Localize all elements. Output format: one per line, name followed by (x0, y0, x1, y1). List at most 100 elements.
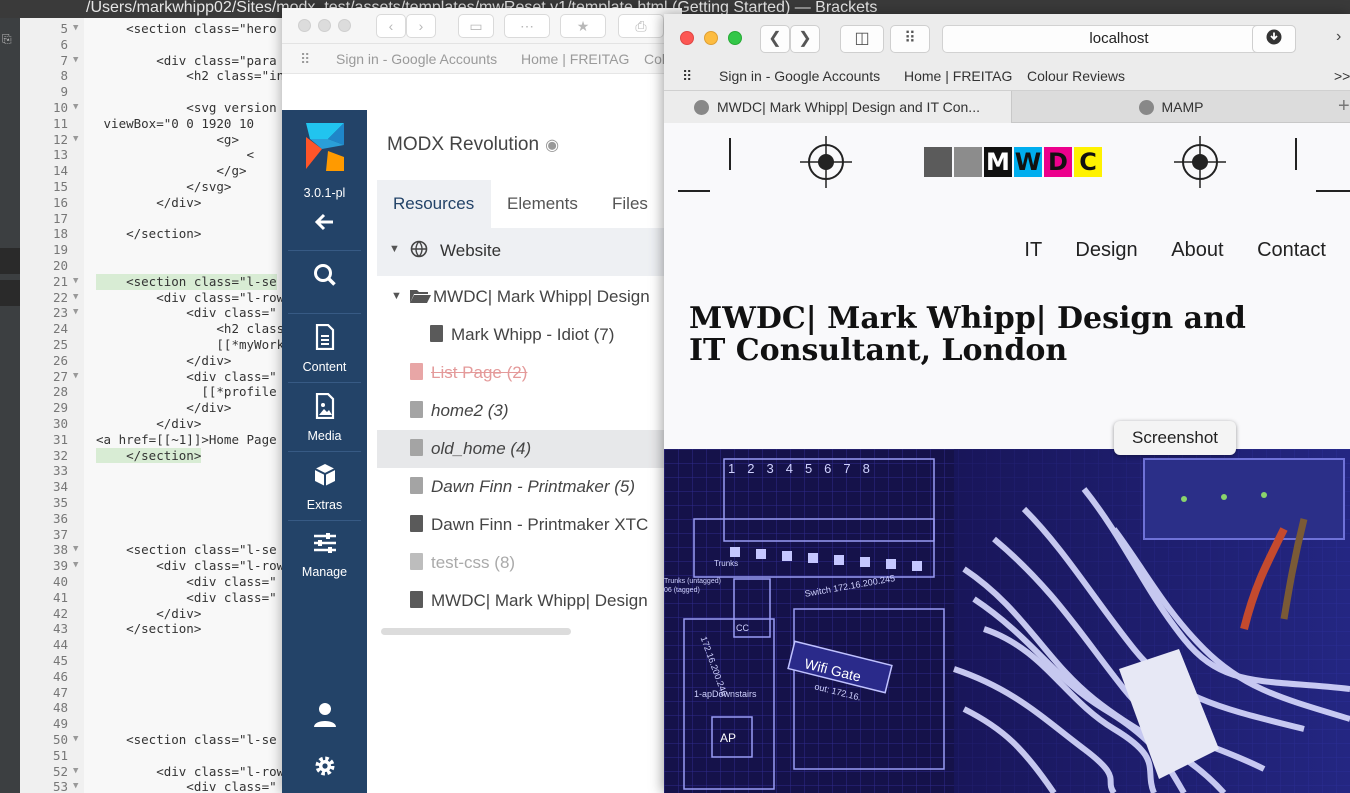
bookmark-link[interactable]: Col (644, 51, 665, 67)
logo-block (924, 147, 952, 177)
fold-toggle-icon[interactable]: ▼ (73, 369, 78, 385)
sidebar-content-button[interactable]: Content (288, 316, 361, 384)
bookmarks-grid-icon[interactable]: ⠿ (300, 51, 310, 68)
nav-link-about[interactable]: About (1171, 239, 1223, 261)
forward-button[interactable]: › (406, 14, 436, 38)
fold-toggle-icon[interactable]: ▼ (73, 53, 78, 69)
sidebar-manage-button[interactable]: Manage (288, 523, 361, 591)
site-navigation: IT Design About Contact (996, 239, 1326, 262)
tree-root-website[interactable]: ▼ Website (377, 228, 682, 276)
desktop: /Users/markwhipp02/Sites/modx_test/asset… (0, 0, 1350, 793)
line-number: 5 (60, 21, 68, 36)
forward-button[interactable]: ❯ (790, 25, 820, 53)
tree-item[interactable]: Mark Whipp - Idiot (7) (377, 316, 682, 354)
address-bar[interactable]: localhost ↻ (942, 25, 1296, 53)
tab-mamp[interactable]: MAMP (1012, 91, 1330, 123)
back-button[interactable]: ‹ (376, 14, 406, 38)
file-tree-icon[interactable]: ⎘ (2, 32, 12, 47)
bookmark-link[interactable]: Home | FREITAG (521, 51, 629, 67)
site-tab-bar: MWDC| Mark Whipp| Design and IT Con... M… (664, 90, 1350, 123)
bookmark-link[interactable]: Home | FREITAG (904, 68, 1012, 84)
fold-toggle-icon[interactable]: ▼ (73, 100, 78, 116)
minimize-button[interactable] (704, 31, 718, 45)
tab-resources[interactable]: Resources (377, 180, 491, 228)
tab-files[interactable]: Files (596, 180, 664, 228)
new-tab-icon[interactable]: + (1338, 95, 1350, 118)
more-toolbar-icon[interactable]: › (1336, 28, 1341, 46)
sidebar-divider (288, 520, 361, 521)
line-number: 18 (52, 226, 68, 242)
bookmark-link[interactable]: Colour Reviews (1027, 68, 1125, 84)
code-text: <div class="l-row (96, 763, 285, 779)
tree-item[interactable]: test-css (8) (377, 544, 682, 582)
fold-toggle-icon[interactable]: ▼ (73, 132, 78, 148)
grid-icon: ⠿ (904, 30, 916, 47)
bookmark-link[interactable]: Sign in - Google Accounts (336, 51, 497, 67)
nav-link-design[interactable]: Design (1075, 239, 1137, 261)
line-number: 39 (52, 558, 68, 574)
line-number: 27 (52, 368, 68, 384)
fold-toggle-icon[interactable]: ▼ (73, 779, 78, 793)
bookmarks-grid-icon[interactable]: ⠿ (682, 68, 692, 85)
fold-toggle-icon[interactable]: ▼ (73, 274, 78, 290)
code-text: </div> (96, 416, 202, 431)
user-profile-button[interactable] (288, 694, 361, 740)
tree-item[interactable]: Dawn Finn - Printmaker XTC (377, 506, 682, 544)
eye-icon[interactable]: ◉ (545, 137, 559, 154)
modx-tab-bar: Resources Elements Files (377, 180, 682, 228)
close-dot[interactable] (298, 19, 311, 32)
logo-block (954, 147, 982, 177)
caret-down-icon[interactable]: ▼ (391, 290, 402, 302)
fold-toggle-icon[interactable]: ▼ (73, 290, 78, 306)
line-number: 49 (52, 716, 68, 732)
tree-item[interactable]: home2 (3) (377, 392, 682, 430)
back-button[interactable]: ❮ (760, 25, 790, 53)
fold-toggle-icon[interactable]: ▼ (73, 558, 78, 574)
tree-scrollbar[interactable] (381, 628, 571, 635)
arrow-left-icon (288, 210, 361, 242)
manage-icon (288, 531, 361, 563)
fold-toggle-icon[interactable]: ▼ (73, 542, 78, 558)
website-page: M W D C IT Design About Contact MWDC| Ma… (664, 123, 1350, 793)
fold-toggle-icon[interactable]: ▼ (73, 305, 78, 321)
zoom-dot[interactable] (338, 19, 351, 32)
more-bookmarks-icon[interactable]: >> (1334, 68, 1350, 84)
tree-item[interactable]: Dawn Finn - Printmaker (5) (377, 468, 682, 506)
document-icon (410, 515, 423, 532)
sidebar-toggle-button[interactable]: ◫ (840, 25, 884, 53)
tree-item-selected[interactable]: old_home (4) (377, 430, 682, 468)
favorites-button[interactable]: ★ (560, 14, 606, 38)
line-number: 53 (52, 779, 68, 793)
tree-item-deleted[interactable]: List Page (2) (377, 354, 682, 392)
bookmark-link[interactable]: Sign in - Google Accounts (719, 68, 880, 84)
sidebar-search-button[interactable] (288, 254, 361, 308)
sidebar-media-button[interactable]: Media (288, 385, 361, 453)
fold-toggle-icon[interactable]: ▼ (73, 764, 78, 780)
fold-toggle-icon[interactable]: ▼ (73, 732, 78, 748)
fold-toggle-icon[interactable]: ▼ (73, 21, 78, 37)
nav-link-it[interactable]: IT (1024, 239, 1041, 261)
line-number: 31 (52, 431, 68, 447)
zoom-button[interactable] (728, 31, 742, 45)
tab-elements[interactable]: Elements (491, 180, 594, 228)
sidebar-back-button[interactable] (288, 202, 361, 248)
sidebar-divider (288, 451, 361, 452)
tree-item-folder[interactable]: ▼ MWDC| Mark Whipp| Design (377, 278, 682, 316)
grid-button[interactable]: ⠿ (890, 25, 930, 53)
tree-item[interactable]: MWDC| Mark Whipp| Design (377, 582, 682, 620)
code-text: </div> (96, 605, 202, 621)
downloads-button[interactable] (1252, 25, 1296, 53)
print-button[interactable]: ⎙ (618, 14, 664, 38)
sidebar-extras-button[interactable]: Extras (288, 454, 361, 522)
close-button[interactable] (680, 31, 694, 45)
sidebar-toggle-button[interactable]: ▭ (458, 14, 494, 38)
nav-link-contact[interactable]: Contact (1257, 239, 1326, 261)
tab-mwdc[interactable]: MWDC| Mark Whipp| Design and IT Con... (664, 91, 1012, 123)
minimize-dot[interactable] (318, 19, 331, 32)
modx-site-title[interactable]: MODX Revolution ◉ (387, 134, 559, 156)
caret-down-icon[interactable]: ▼ (389, 243, 400, 255)
grid-button[interactable]: ⋯ (504, 14, 550, 38)
modx-logo[interactable] (302, 123, 348, 171)
globe-icon (410, 240, 428, 263)
settings-button[interactable] (288, 746, 361, 792)
